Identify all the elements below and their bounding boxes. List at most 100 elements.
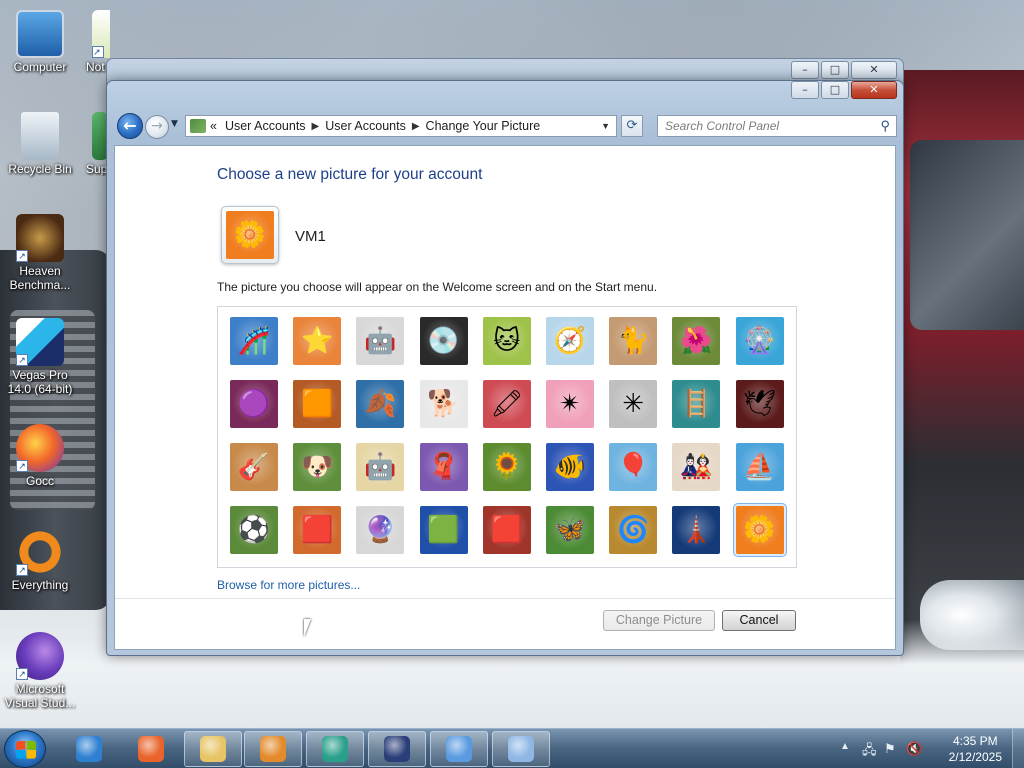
picture-tile-butterfly[interactable]: 🦋: [545, 506, 594, 554]
picture-tile-jacks[interactable]: ✳: [609, 380, 658, 428]
taskbar-firefox-button[interactable]: [122, 731, 180, 767]
desktop-icon-label: Sup: [86, 162, 108, 176]
close-button[interactable]: ✕: [851, 61, 897, 79]
breadcrumb-overflow[interactable]: «: [210, 119, 217, 133]
recent-pages-chevron-down-icon[interactable]: ▼: [171, 119, 178, 129]
picture-tile-ball[interactable]: 🟣: [230, 380, 278, 428]
search-icon[interactable]: ⚲: [880, 116, 890, 136]
breadcrumb-user-accounts-2[interactable]: User Accounts: [325, 119, 406, 133]
picture-tile-dog[interactable]: 🐕: [419, 380, 468, 428]
desktop-icon-label: Microsoft Visual Stud...: [4, 682, 76, 710]
action-center-flag-icon[interactable]: ⚑: [884, 741, 896, 757]
address-dropdown-chevron-down-icon[interactable]: ▼: [601, 121, 610, 131]
picture-tile-orange-daisy[interactable]: 🌼: [732, 503, 787, 557]
minimize-button[interactable]: –: [791, 61, 819, 79]
clock[interactable]: 4:35 PM 2/12/2025: [949, 733, 1002, 765]
desktop-icon-recycle-bin[interactable]: Recycle Bin: [2, 112, 78, 176]
origami-crane-picture-icon: 🕊: [742, 389, 777, 419]
desktop-icon-everything[interactable]: ↗ Everything: [2, 528, 78, 592]
picture-tile-roller-coaster[interactable]: 🎢: [230, 317, 278, 365]
picture-tile-sailboat[interactable]: ⛵: [735, 443, 784, 491]
taskbar-internet-explorer-button[interactable]: [60, 731, 118, 767]
clock-date: 2/12/2025: [948, 750, 1002, 764]
show-desktop-button[interactable]: [1012, 729, 1024, 768]
picture-tile-red-flower[interactable]: 🌺: [672, 317, 721, 365]
picture-tile-gyroscope[interactable]: 🧭: [545, 317, 594, 365]
desktop-icon-support[interactable]: Sup: [78, 112, 108, 176]
taskbar-magnifier-button[interactable]: [492, 731, 550, 767]
close-button[interactable]: ✕: [851, 81, 897, 99]
refresh-button[interactable]: ⟳: [621, 115, 643, 137]
picture-tile-crayons[interactable]: 🖍: [482, 380, 531, 428]
picture-tile-tin-robot[interactable]: 🤖: [356, 443, 405, 491]
picture-tile-pomeranian[interactable]: 🐶: [293, 443, 342, 491]
picture-tile-kitten[interactable]: 🐈: [609, 317, 658, 365]
desktop-icon-computer[interactable]: Computer: [2, 10, 78, 74]
picture-tile-soccer-ball[interactable]: ⚽: [230, 506, 278, 554]
control-panel-icon: [446, 736, 472, 762]
current-user-picture: 🌼: [221, 206, 279, 264]
picture-tile-scarves[interactable]: 🧣: [419, 443, 468, 491]
sailboat-picture-icon: ⛵: [743, 452, 776, 482]
red-flower-picture-icon: 🌺: [680, 326, 713, 356]
search-input[interactable]: Search Control Panel ⚲: [657, 115, 897, 137]
volume-muted-icon[interactable]: 🔇: [906, 741, 922, 757]
dog-picture-icon: 🐕: [427, 389, 460, 419]
address-bar[interactable]: « User Accounts ▶ User Accounts ▶ Change…: [185, 115, 617, 137]
picture-tile-fish[interactable]: 🐠: [545, 443, 594, 491]
picture-tile-origami-crane[interactable]: 🕊: [735, 380, 784, 428]
picture-tile-leaf[interactable]: 🍂: [356, 380, 405, 428]
picture-tile-textile[interactable]: 🟥: [293, 506, 342, 554]
browse-pictures-link[interactable]: Browse for more pictures...: [217, 578, 360, 592]
picture-tile-hot-air-balloon[interactable]: 🎈: [609, 443, 658, 491]
desktop-icon-label: Everything: [11, 578, 69, 592]
maximize-button[interactable]: □: [821, 81, 849, 99]
taskbar-vegas-pro-button[interactable]: [368, 731, 426, 767]
mouse-cursor-icon: [304, 619, 311, 637]
desktop-icon-heaven[interactable]: ↗ Heaven Benchma...: [2, 214, 78, 292]
picture-tile-pinwheel[interactable]: 🎡: [735, 317, 784, 365]
picture-tile-shell-spiral[interactable]: 🌀: [609, 506, 658, 554]
picture-tile-red-pattern[interactable]: 🟥: [482, 506, 531, 554]
taskbar-file-explorer-button[interactable]: [184, 731, 242, 767]
refresh-icon: ⟳: [626, 118, 638, 133]
breadcrumb-change-your-picture[interactable]: Change Your Picture: [426, 119, 541, 133]
picture-tile-lucky-cat[interactable]: 🐱: [482, 317, 531, 365]
minimize-button[interactable]: –: [791, 81, 819, 99]
picture-tile-doll[interactable]: 🎎: [672, 443, 721, 491]
picture-tile-fabric[interactable]: 🟧: [293, 380, 342, 428]
picture-tile-record-player[interactable]: 💿: [419, 317, 468, 365]
taskbar-chat-app-button[interactable]: [306, 731, 364, 767]
breadcrumb-separator-icon[interactable]: ▶: [312, 121, 320, 132]
show-hidden-icons-chevron-icon[interactable]: ▲: [840, 741, 850, 752]
maximize-button[interactable]: □: [821, 61, 849, 79]
picture-tile-robot-toy[interactable]: 🤖: [356, 317, 405, 365]
picture-tile-starfish[interactable]: ⭐: [293, 317, 342, 365]
desktop-icon-notepad[interactable]: ↗ Not: [76, 10, 110, 74]
picture-tile-red-star[interactable]: ✴: [545, 380, 594, 428]
robot-toy-picture-icon: 🤖: [364, 326, 397, 356]
taskbar-media-player-button[interactable]: [244, 731, 302, 767]
picture-tile-stairs[interactable]: 🪜: [672, 380, 721, 428]
control-panel-icon: [190, 119, 206, 133]
picture-tile-guitar[interactable]: 🎸: [230, 443, 278, 491]
forward-button[interactable]: →: [145, 115, 169, 139]
breadcrumb-separator-icon[interactable]: ▶: [412, 121, 420, 132]
computer-icon: [16, 10, 64, 58]
picture-tile-lighthouse[interactable]: 🗼: [672, 506, 721, 554]
breadcrumb-user-accounts-1[interactable]: User Accounts: [225, 119, 306, 133]
taskbar-control-panel-button[interactable]: [430, 731, 488, 767]
change-picture-button[interactable]: Change Picture: [603, 610, 715, 631]
desktop-icon-vegas[interactable]: ↗ Vegas Pro 14.0 (64-bit): [2, 318, 78, 396]
start-button[interactable]: [4, 730, 46, 768]
picture-tile-marbles[interactable]: 🔮: [356, 506, 405, 554]
picture-tile-window-frame[interactable]: 🟩: [419, 506, 468, 554]
crayons-picture-icon: 🖍: [490, 389, 524, 419]
cancel-button[interactable]: Cancel: [722, 610, 796, 631]
network-icon[interactable]: 🖧: [862, 741, 877, 763]
doll-picture-icon: 🎎: [680, 452, 713, 482]
desktop-icon-visual-studio[interactable]: ↗ Microsoft Visual Stud...: [2, 632, 78, 710]
picture-tile-sunflower[interactable]: 🌻: [482, 443, 531, 491]
desktop-icon-firefox[interactable]: ↗ Gocc: [2, 424, 78, 488]
back-button[interactable]: ←: [117, 113, 143, 139]
